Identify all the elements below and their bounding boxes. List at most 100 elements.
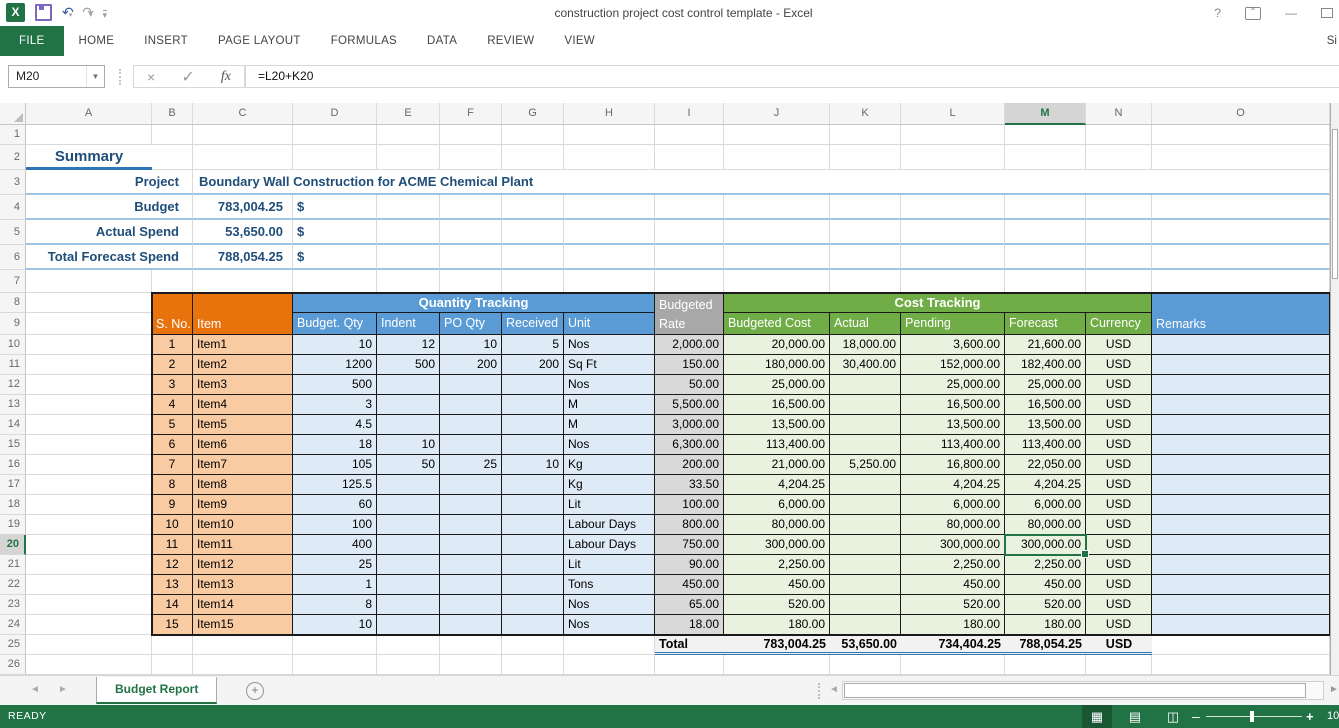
row-header-21[interactable]: 21 — [0, 555, 26, 575]
cell-M16[interactable]: 22,050.00 — [1005, 455, 1086, 475]
cell-I12[interactable]: 50.00 — [655, 375, 724, 395]
cell-E11[interactable]: 500 — [377, 355, 440, 375]
sheet-tab-budget-report[interactable]: Budget Report — [96, 677, 217, 704]
cell-B17[interactable]: 8 — [152, 475, 193, 495]
cell-K7[interactable] — [830, 270, 901, 293]
row-header-22[interactable]: 22 — [0, 575, 26, 595]
row-header-9[interactable]: 9 — [0, 313, 26, 335]
cell-A16[interactable] — [26, 455, 152, 475]
cell-D12[interactable]: 500 — [293, 375, 377, 395]
cell-L26[interactable] — [901, 655, 1005, 675]
cell-O24[interactable] — [1152, 615, 1330, 635]
cell-N7[interactable] — [1086, 270, 1152, 293]
cell-M11[interactable]: 182,400.00 — [1005, 355, 1086, 375]
cell-I6[interactable] — [655, 245, 724, 270]
cell-H26[interactable] — [564, 655, 655, 675]
cell-G16[interactable]: 10 — [502, 455, 564, 475]
cell-M26[interactable] — [1005, 655, 1086, 675]
cell-B2[interactable] — [152, 145, 193, 170]
cell-L16[interactable]: 16,800.00 — [901, 455, 1005, 475]
cell-D22[interactable]: 1 — [293, 575, 377, 595]
cell-J17[interactable]: 4,204.25 — [724, 475, 830, 495]
cell-A17[interactable] — [26, 475, 152, 495]
cell-I1[interactable] — [655, 125, 724, 145]
cell-K19[interactable] — [830, 515, 901, 535]
cell-D18[interactable]: 60 — [293, 495, 377, 515]
cell-C7[interactable] — [193, 270, 293, 293]
cell-M13[interactable]: 16,500.00 — [1005, 395, 1086, 415]
cell-B26[interactable] — [152, 655, 193, 675]
cell-C1[interactable] — [193, 125, 293, 145]
cell-F20[interactable] — [440, 535, 502, 555]
row-header-16[interactable]: 16 — [0, 455, 26, 475]
ribbon-tab-page-layout[interactable]: PAGE LAYOUT — [203, 26, 316, 56]
cell-H5[interactable] — [564, 220, 655, 245]
cell-I23[interactable]: 65.00 — [655, 595, 724, 615]
zoom-out-icon[interactable]: – — [1192, 705, 1200, 728]
cell-M14[interactable]: 13,500.00 — [1005, 415, 1086, 435]
cell-A24[interactable] — [26, 615, 152, 635]
cell-K16[interactable]: 5,250.00 — [830, 455, 901, 475]
cell-N19[interactable]: USD — [1086, 515, 1152, 535]
cell-C17[interactable]: Item8 — [193, 475, 293, 495]
cell-A8[interactable] — [26, 293, 152, 313]
cell-D24[interactable]: 10 — [293, 615, 377, 635]
cell-K4[interactable] — [830, 195, 901, 220]
cell-E26[interactable] — [377, 655, 440, 675]
cell-H17[interactable]: Kg — [564, 475, 655, 495]
cell-J10[interactable]: 20,000.00 — [724, 335, 830, 355]
cell-D14[interactable]: 4.5 — [293, 415, 377, 435]
cell-F23[interactable] — [440, 595, 502, 615]
column-header-N[interactable]: N — [1086, 103, 1152, 124]
cell-E15[interactable]: 10 — [377, 435, 440, 455]
cell-C12[interactable]: Item3 — [193, 375, 293, 395]
column-header-K[interactable]: K — [830, 103, 901, 124]
cell-D2[interactable] — [293, 145, 377, 170]
cell-K2[interactable] — [830, 145, 901, 170]
cell-I7[interactable] — [655, 270, 724, 293]
cell-J12[interactable]: 25,000.00 — [724, 375, 830, 395]
cell-G20[interactable] — [502, 535, 564, 555]
cell-E16[interactable]: 50 — [377, 455, 440, 475]
cell-M4[interactable] — [1005, 195, 1086, 220]
cell-B22[interactable]: 13 — [152, 575, 193, 595]
cell-A23[interactable] — [26, 595, 152, 615]
ribbon-tab-review[interactable]: REVIEW — [472, 26, 549, 56]
ribbon-tab-data[interactable]: DATA — [412, 26, 472, 56]
cell-M1[interactable] — [1005, 125, 1086, 145]
cell-K6[interactable] — [830, 245, 901, 270]
row-header-12[interactable]: 12 — [0, 375, 26, 395]
cell-N2[interactable] — [1086, 145, 1152, 170]
cell-D25[interactable] — [293, 635, 377, 655]
cell-L12[interactable]: 25,000.00 — [901, 375, 1005, 395]
cell-C20[interactable]: Item11 — [193, 535, 293, 555]
cell-A12[interactable] — [26, 375, 152, 395]
cell-H6[interactable] — [564, 245, 655, 270]
cell-A13[interactable] — [26, 395, 152, 415]
cell-M12[interactable]: 25,000.00 — [1005, 375, 1086, 395]
column-header-B[interactable]: B — [152, 103, 193, 124]
cell-I10[interactable]: 2,000.00 — [655, 335, 724, 355]
cell-N12[interactable]: USD — [1086, 375, 1152, 395]
cell-J20[interactable]: 300,000.00 — [724, 535, 830, 555]
cell-E24[interactable] — [377, 615, 440, 635]
cell-I16[interactable]: 200.00 — [655, 455, 724, 475]
cell-H11[interactable]: Sq Ft — [564, 355, 655, 375]
cell-F18[interactable] — [440, 495, 502, 515]
cell-L19[interactable]: 80,000.00 — [901, 515, 1005, 535]
cell-B10[interactable]: 1 — [152, 335, 193, 355]
cell-C2[interactable] — [193, 145, 293, 170]
summary-title[interactable]: Summary — [26, 145, 152, 170]
cell-N18[interactable]: USD — [1086, 495, 1152, 515]
normal-view-icon[interactable]: ▦ — [1082, 705, 1112, 728]
insert-function-icon[interactable]: fx — [221, 69, 231, 85]
cell-K26[interactable] — [830, 655, 901, 675]
cell-J26[interactable] — [724, 655, 830, 675]
cell-A19[interactable] — [26, 515, 152, 535]
cell-J1[interactable] — [724, 125, 830, 145]
cell-H23[interactable]: Nos — [564, 595, 655, 615]
cell-N10[interactable]: USD — [1086, 335, 1152, 355]
cell-B19[interactable]: 10 — [152, 515, 193, 535]
sheet-nav-left-icon[interactable]: ◄ — [30, 684, 40, 695]
help-button[interactable]: ? — [1214, 6, 1221, 20]
